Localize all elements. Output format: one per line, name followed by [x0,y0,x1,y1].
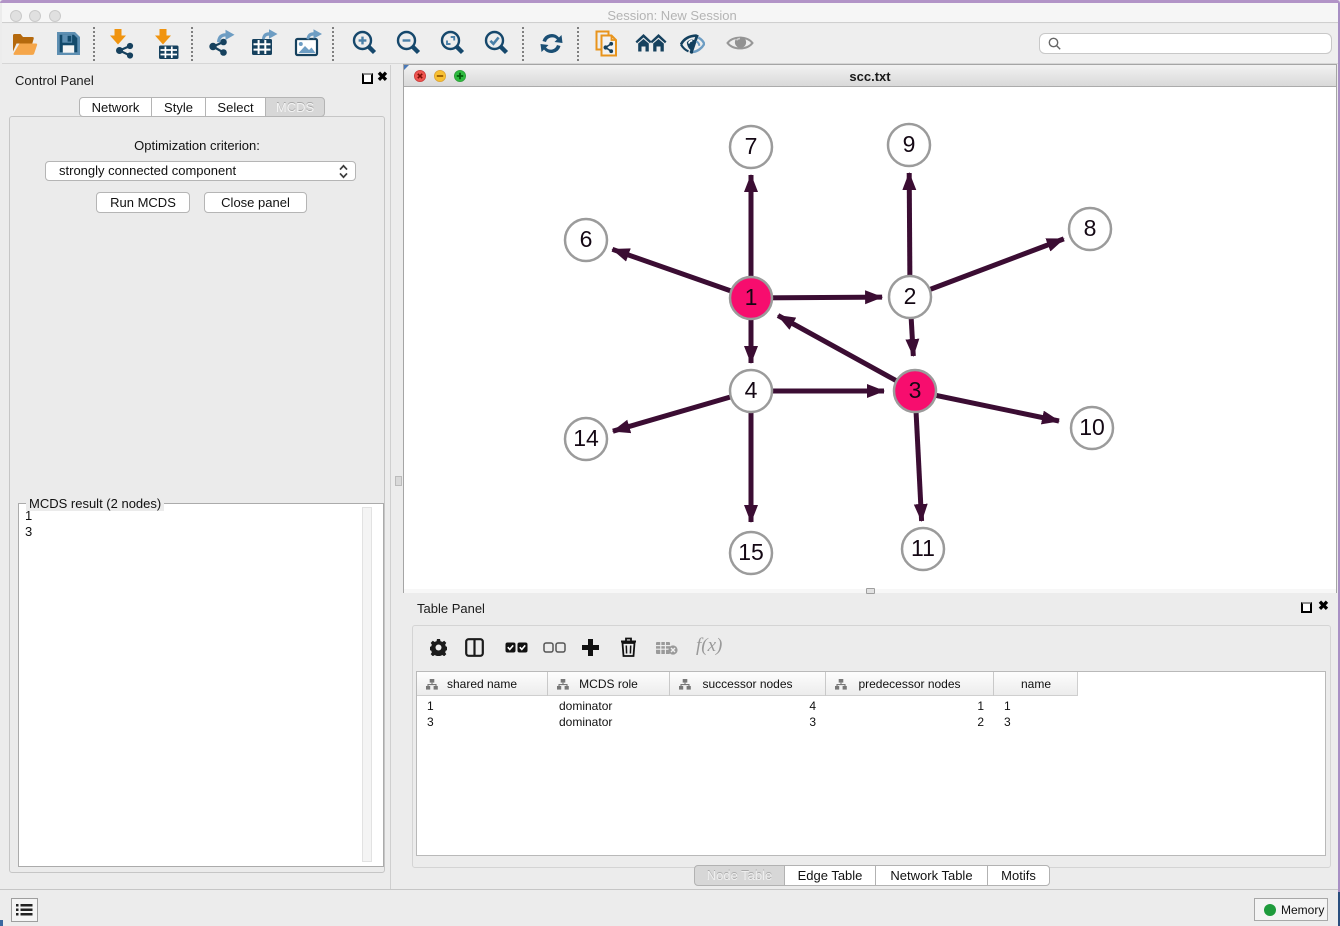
svg-text:11: 11 [911,535,935,561]
svg-text:14: 14 [573,425,599,451]
svg-text:8: 8 [1084,215,1097,241]
svg-text:1: 1 [745,284,758,310]
svg-text:3: 3 [909,377,922,403]
svg-text:6: 6 [580,226,593,252]
svg-text:2: 2 [904,283,917,309]
svg-text:15: 15 [738,539,764,565]
svg-text:4: 4 [745,377,758,403]
svg-text:10: 10 [1079,414,1105,440]
svg-text:7: 7 [745,133,758,159]
svg-text:9: 9 [903,131,916,157]
